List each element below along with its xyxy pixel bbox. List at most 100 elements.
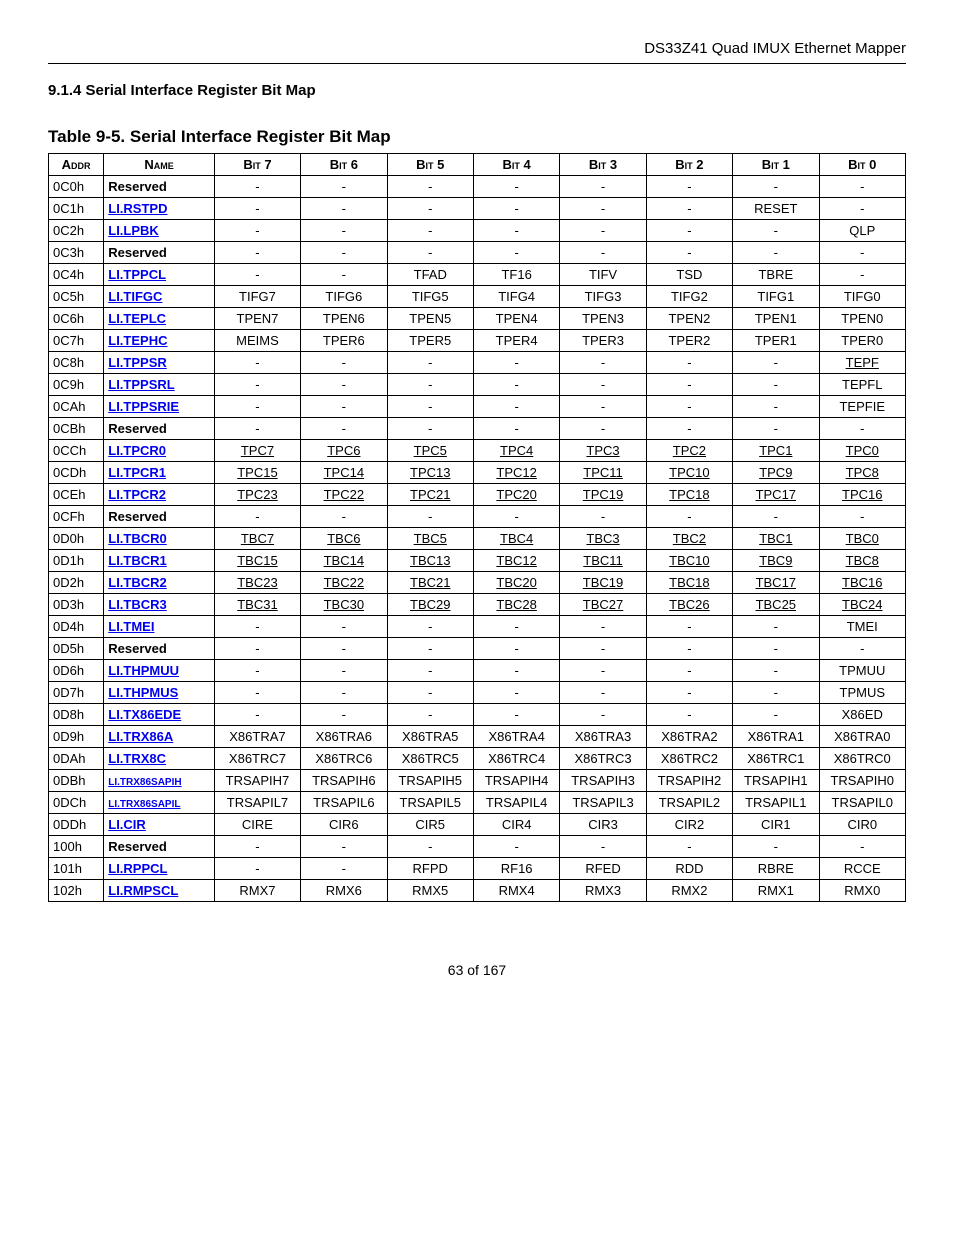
table-row: 0D9hLI.TRX86AX86TRA7X86TRA6X86TRA5X86TRA… [49, 726, 906, 748]
bit-cell: TPC3 [560, 440, 646, 462]
register-link[interactable]: LI.RMPSCL [108, 883, 178, 898]
table-row: 0CEhLI.TPCR2TPC23TPC22TPC21TPC20TPC19TPC… [49, 484, 906, 506]
bit-cell: - [301, 220, 387, 242]
col-header: Bit 4 [473, 154, 559, 176]
bit-cell: - [387, 396, 473, 418]
bit-cell: - [473, 352, 559, 374]
bit-cell: TPER0 [819, 330, 906, 352]
bit-cell: - [646, 176, 732, 198]
col-header: Bit 7 [214, 154, 300, 176]
bit-cell: - [473, 616, 559, 638]
bit-cell: TRSAPIH6 [301, 770, 387, 792]
addr-cell: 0DAh [49, 748, 104, 770]
bit-cell: - [387, 220, 473, 242]
addr-cell: 0C0h [49, 176, 104, 198]
register-link[interactable]: LI.CIR [108, 817, 146, 832]
register-link[interactable]: LI.TIFGC [108, 289, 162, 304]
register-link[interactable]: LI.RPPCL [108, 861, 167, 876]
bit-cell: RMX1 [733, 880, 819, 902]
table-row: 0D6hLI.THPMUU-------TPMUU [49, 660, 906, 682]
register-link[interactable]: LI.TRX8C [108, 751, 166, 766]
bit-cell: X86TRC6 [301, 748, 387, 770]
bit-cell: - [819, 638, 906, 660]
addr-cell: 102h [49, 880, 104, 902]
name-cell: LI.TBCR2 [104, 572, 215, 594]
bit-cell: - [214, 660, 300, 682]
name-cell: Reserved [104, 506, 215, 528]
register-link[interactable]: LI.TPCR1 [108, 465, 166, 480]
bit-cell: - [214, 616, 300, 638]
bit-cell: TRSAPIL3 [560, 792, 646, 814]
bit-cell: TPEN1 [733, 308, 819, 330]
bit-cell: TBC12 [473, 550, 559, 572]
name-cell: LI.TBCR0 [104, 528, 215, 550]
col-header: Bit 1 [733, 154, 819, 176]
register-link[interactable]: LI.THPMUU [108, 663, 179, 678]
register-link[interactable]: LI.TPPSRIE [108, 399, 179, 414]
bit-cell: X86TRC1 [733, 748, 819, 770]
bit-cell: - [733, 506, 819, 528]
addr-cell: 0C6h [49, 308, 104, 330]
register-link[interactable]: LI.THPMUS [108, 685, 178, 700]
bit-cell: - [646, 396, 732, 418]
bit-cell: - [301, 198, 387, 220]
table-header-row: AddrNameBit 7Bit 6Bit 5Bit 4Bit 3Bit 2Bi… [49, 154, 906, 176]
bit-cell: CIR4 [473, 814, 559, 836]
register-link[interactable]: LI.TBCR3 [108, 597, 167, 612]
addr-cell: 0D9h [49, 726, 104, 748]
table-row: 0D0hLI.TBCR0TBC7TBC6TBC5TBC4TBC3TBC2TBC1… [49, 528, 906, 550]
bit-cell: - [387, 418, 473, 440]
bit-cell: - [301, 660, 387, 682]
name-cell: LI.RSTPD [104, 198, 215, 220]
bit-cell: X86TRA5 [387, 726, 473, 748]
bit-cell: TIFG5 [387, 286, 473, 308]
bit-cell: TRSAPIH5 [387, 770, 473, 792]
bit-cell: TBC25 [733, 594, 819, 616]
register-link[interactable]: LI.TPPCL [108, 267, 166, 282]
bit-cell: - [301, 374, 387, 396]
table-row: 0DDhLI.CIRCIRECIR6CIR5CIR4CIR3CIR2CIR1CI… [49, 814, 906, 836]
bit-cell: TPC14 [301, 462, 387, 484]
bit-cell: - [646, 704, 732, 726]
register-link[interactable]: LI.TEPLC [108, 311, 166, 326]
bit-cell: TIFV [560, 264, 646, 286]
register-link[interactable]: LI.TRX86A [108, 729, 173, 744]
register-link[interactable]: LI.TX86EDE [108, 707, 181, 722]
bit-cell: TRSAPIH7 [214, 770, 300, 792]
bit-cell: TPEN5 [387, 308, 473, 330]
register-link[interactable]: LI.LPBK [108, 223, 159, 238]
register-link[interactable]: LI.TMEI [108, 619, 154, 634]
register-link[interactable]: LI.TPCR2 [108, 487, 166, 502]
register-link[interactable]: LI.TRX86SAPIH [108, 777, 181, 788]
bit-cell: - [214, 264, 300, 286]
bit-cell: - [733, 616, 819, 638]
addr-cell: 0DBh [49, 770, 104, 792]
register-link[interactable]: LI.TBCR1 [108, 553, 167, 568]
register-link[interactable]: LI.TBCR2 [108, 575, 167, 590]
addr-cell: 101h [49, 858, 104, 880]
bit-cell: - [214, 638, 300, 660]
bit-cell: - [214, 418, 300, 440]
name-cell: LI.LPBK [104, 220, 215, 242]
bit-cell: - [646, 506, 732, 528]
register-link[interactable]: LI.TRX86SAPIL [108, 799, 180, 810]
register-link[interactable]: LI.TPPSR [108, 355, 167, 370]
bit-cell: CIRE [214, 814, 300, 836]
register-link[interactable]: LI.TPPSRL [108, 377, 174, 392]
bit-cell: RMX5 [387, 880, 473, 902]
bit-cell: TPEN6 [301, 308, 387, 330]
col-header: Name [104, 154, 215, 176]
bit-cell: TBC31 [214, 594, 300, 616]
bit-cell: TIFG7 [214, 286, 300, 308]
name-cell: LI.TPPSRL [104, 374, 215, 396]
section-heading: 9.1.4 Serial Interface Register Bit Map [48, 82, 906, 99]
bit-cell: TPC12 [473, 462, 559, 484]
register-link[interactable]: LI.TBCR0 [108, 531, 167, 546]
bit-cell: TBC9 [733, 550, 819, 572]
register-link[interactable]: LI.TEPHC [108, 333, 167, 348]
register-link[interactable]: LI.TPCR0 [108, 443, 166, 458]
bit-cell: TIFG0 [819, 286, 906, 308]
bit-cell: TIFG2 [646, 286, 732, 308]
register-link[interactable]: LI.RSTPD [108, 201, 167, 216]
name-cell: LI.TPPSR [104, 352, 215, 374]
